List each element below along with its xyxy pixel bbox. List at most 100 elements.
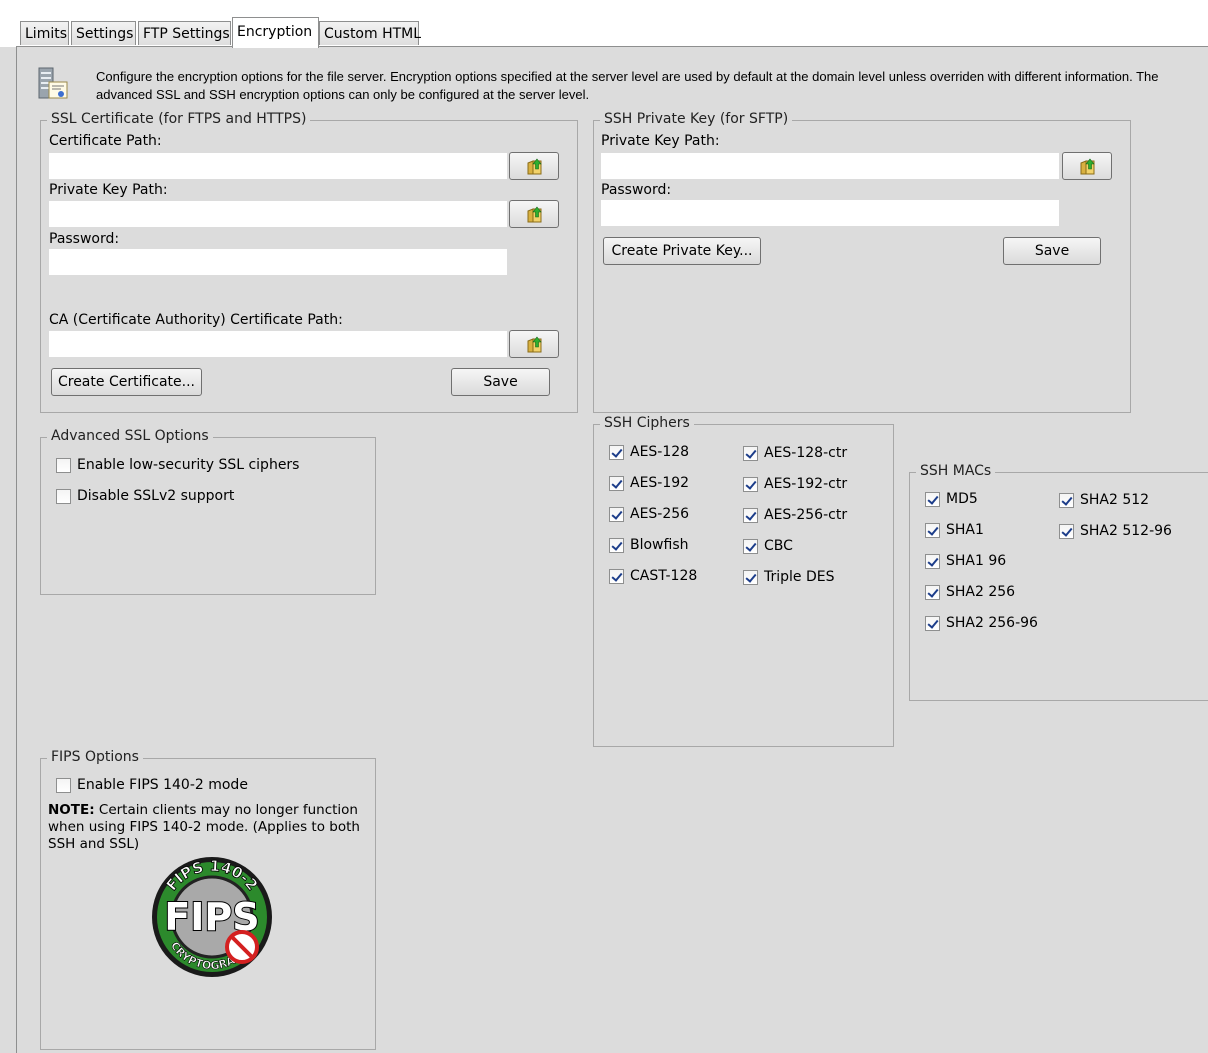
checkbox-box[interactable] [609,568,624,584]
checkbox-label: Enable FIPS 140-2 mode [77,777,248,793]
checkbox-label: CBC [764,538,793,554]
private-key-path-input[interactable] [49,201,507,227]
checkbox-box[interactable] [925,522,940,538]
checkbox-label: AES-192 [630,475,690,491]
mac-sha1-96-checkbox[interactable]: SHA1 96 [925,553,1006,569]
tab-ftp-settings[interactable]: FTP Settings [138,21,231,45]
fips-note-text: Certain clients may no longer function w… [48,802,360,852]
checkbox-label: SHA1 96 [946,553,1007,569]
ssh-private-key-path-input[interactable] [601,153,1059,179]
ssh-password-input[interactable] [601,200,1059,226]
create-private-key-button[interactable]: Create Private Key... [603,237,761,265]
tab-settings[interactable]: Settings [71,21,136,45]
checkbox-label: AES-256-ctr [764,507,848,523]
checkbox-box[interactable] [609,444,624,460]
checkbox-label: CAST-128 [630,568,698,584]
checkbox-label: Triple DES [764,569,835,585]
create-certificate-button[interactable]: Create Certificate... [51,368,202,396]
checkbox-box[interactable] [743,476,758,492]
cipher-aes-256-ctr-checkbox[interactable]: AES-256-ctr [743,507,847,523]
checkbox-box[interactable] [1059,492,1074,508]
private-key-path-label: Private Key Path: [49,182,168,198]
disable-sslv2-checkbox[interactable]: Disable SSLv2 support [56,488,234,504]
server-certificate-icon [38,67,68,99]
prohibited-icon [225,930,259,964]
checkbox-box[interactable] [743,538,758,554]
checkbox-box[interactable] [743,507,758,523]
tab-label: Custom HTML [324,26,422,42]
ca-certificate-path-input[interactable] [49,331,507,357]
cipher-cbc-checkbox[interactable]: CBC [743,538,793,554]
ssl-certificate-title: SSL Certificate (for FTPS and HTTPS) [47,111,311,127]
cipher-blowfish-checkbox[interactable]: Blowfish [609,537,689,553]
tab-encryption[interactable]: Encryption [232,17,319,48]
cipher-aes-192-ctr-checkbox[interactable]: AES-192-ctr [743,476,847,492]
checkbox-label: SHA2 256 [946,584,1016,600]
mac-sha2-256-checkbox[interactable]: SHA2 256 [925,584,1015,600]
checkbox-box[interactable] [1059,523,1074,539]
low-security-ciphers-checkbox[interactable]: Enable low-security SSL ciphers [56,457,299,473]
fips-note-bold: NOTE: [48,802,95,818]
checkbox-label: SHA1 [946,522,984,538]
checkbox-box[interactable] [743,445,758,461]
ssh-private-key-path-label: Private Key Path: [601,133,720,149]
cipher-aes-256-checkbox[interactable]: AES-256 [609,506,689,522]
ssl-password-label: Password: [49,231,120,247]
checkbox-label: AES-256 [630,506,690,522]
checkbox-box[interactable] [609,475,624,491]
open-folder-icon [1080,158,1095,175]
checkbox-label: Disable SSLv2 support [77,488,235,504]
cipher-triple-des-checkbox[interactable]: Triple DES [743,569,835,585]
tab-label: FTP Settings [143,26,230,42]
enable-fips-checkbox[interactable]: Enable FIPS 140-2 mode [56,777,248,793]
open-folder-icon [527,158,542,175]
fips-note: NOTE: Certain clients may no longer func… [48,802,368,853]
checkbox-box[interactable] [743,569,758,585]
checkbox-box[interactable] [56,457,71,473]
certificate-path-input[interactable] [49,153,507,179]
checkbox-box[interactable] [56,777,71,793]
encryption-description: Configure the encryption options for the… [96,69,1159,102]
checkbox-label: SHA2 256-96 [946,615,1038,631]
checkbox-box[interactable] [925,584,940,600]
checkbox-box[interactable] [925,491,940,507]
checkbox-box[interactable] [925,553,940,569]
checkbox-label: SHA2 512-96 [1080,523,1172,539]
ssh-private-key-title: SSH Private Key (for SFTP) [600,111,793,127]
mac-sha2-256-96-checkbox[interactable]: SHA2 256-96 [925,615,1038,631]
ssh-ciphers-title: SSH Ciphers [600,415,694,431]
checkbox-box[interactable] [609,537,624,553]
checkbox-label: Blowfish [630,537,689,553]
checkbox-box[interactable] [56,488,71,504]
mac-sha2-512-checkbox[interactable]: SHA2 512 [1059,492,1149,508]
advanced-ssl-options-title: Advanced SSL Options [47,428,213,444]
fips-logo: FIPS 140-2 CRYPTOGRAPHY FIPS [152,856,272,977]
tab-label: Encryption [237,24,313,40]
cipher-aes-128-ctr-checkbox[interactable]: AES-128-ctr [743,445,847,461]
mac-md5-checkbox[interactable]: MD5 [925,491,978,507]
ssl-password-input[interactable] [49,249,507,275]
ssl-save-button[interactable]: Save [451,368,550,396]
tab-custom-html[interactable]: Custom HTML [319,21,422,45]
tab-limits[interactable]: Limits [20,21,69,45]
checkbox-box[interactable] [925,615,940,631]
ca-certificate-path-label: CA (Certificate Authority) Certificate P… [49,312,343,328]
mac-sha1-checkbox[interactable]: SHA1 [925,522,984,538]
cipher-cast-128-checkbox[interactable]: CAST-128 [609,568,697,584]
ssh-macs-title: SSH MACs [916,463,996,479]
checkbox-label: AES-192-ctr [764,476,848,492]
certificate-path-browse-button[interactable] [509,152,559,180]
cipher-aes-128-checkbox[interactable]: AES-128 [609,444,689,460]
ssh-ciphers-group: SSH Ciphers [593,415,894,747]
private-key-path-browse-button[interactable] [509,200,559,228]
ssh-password-label: Password: [601,182,672,198]
ssh-save-button[interactable]: Save [1003,237,1101,265]
checkbox-label: MD5 [946,491,978,507]
mac-sha2-512-96-checkbox[interactable]: SHA2 512-96 [1059,523,1172,539]
ca-certificate-path-browse-button[interactable] [509,330,559,358]
checkbox-box[interactable] [609,506,624,522]
cipher-aes-192-checkbox[interactable]: AES-192 [609,475,689,491]
tab-label: Settings [76,26,134,42]
tab-strip: Limits Settings FTP Settings Encryption … [0,0,1208,48]
ssh-private-key-browse-button[interactable] [1062,152,1112,180]
